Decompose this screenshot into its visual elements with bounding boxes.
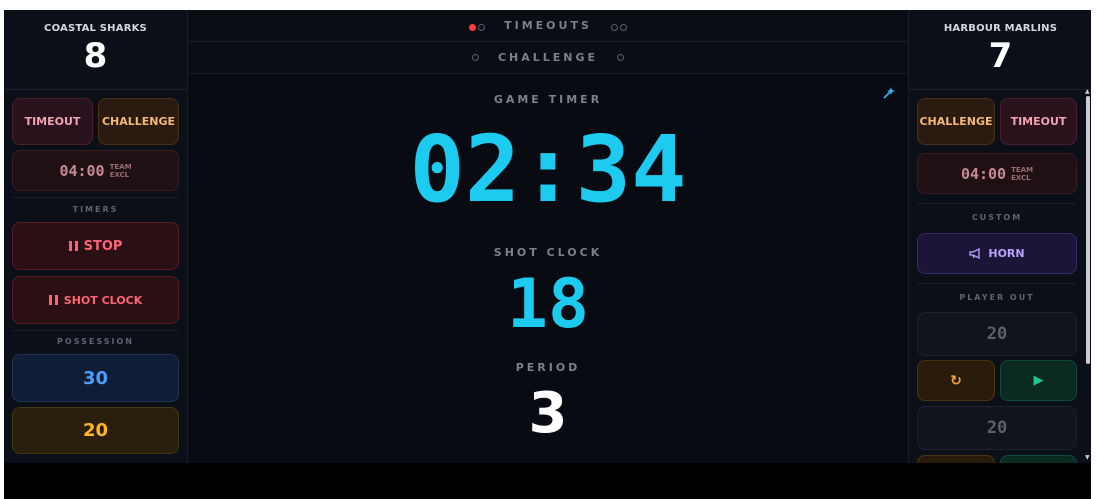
player-out-reset-button-2[interactable]: [917, 455, 995, 463]
player-out-value-1: 20: [986, 324, 1008, 344]
timeouts-label: TIMEOUTS: [504, 19, 592, 32]
away-challenge-label: CHALLENGE: [919, 115, 993, 128]
possession-section-label: POSSESSION: [57, 337, 134, 346]
scroll-down-arrow-icon[interactable]: ▼: [1085, 454, 1091, 461]
home-challenge-button[interactable]: CHALLENGE: [98, 98, 179, 145]
player-out-timer-1[interactable]: 20: [917, 312, 1077, 356]
period-value[interactable]: 3: [188, 382, 908, 446]
away-challenge-dot: [617, 54, 625, 61]
custom-section-label: CUSTOM: [971, 213, 1023, 222]
possession-30-button[interactable]: 30: [12, 354, 179, 402]
scoreboard-app: COASTAL SHARKS 8 TIMEOUT CHALLENGE 04:00…: [4, 10, 1091, 463]
challenge-row: CHALLENGE: [188, 42, 908, 74]
play-icon: ▶: [1033, 373, 1044, 388]
timeout-dot: [619, 24, 627, 31]
period-label: PERIOD: [515, 361, 581, 374]
away-excl-label-excl: EXCL: [1011, 173, 1031, 182]
timeout-used-dot: [469, 24, 477, 31]
timeout-dot: [478, 24, 486, 31]
pause-icon: [68, 241, 78, 251]
timeouts-row: TIMEOUTS: [188, 10, 908, 42]
away-team-excl-button[interactable]: 04:00 TEAM EXCL: [917, 153, 1077, 194]
player-out-section-label: PLAYER OUT: [959, 293, 1035, 302]
shot-clock-toggle-button[interactable]: SHOT CLOCK: [12, 276, 179, 324]
player-out-value-2: 20: [986, 418, 1008, 438]
home-timeout-dots: [468, 16, 486, 35]
horn-label: HORN: [988, 247, 1025, 260]
reset-icon: ↻: [950, 372, 962, 389]
shot-clock-label: SHOT CLOCK: [493, 246, 603, 259]
home-timeout-label: TIMEOUT: [24, 115, 81, 128]
divider: [917, 283, 1077, 284]
game-timer-label: GAME TIMER: [493, 93, 603, 106]
scrollbar-thumb[interactable]: [1086, 96, 1090, 364]
away-team-header: HARBOUR MARLINS 7: [909, 10, 1091, 90]
player-out-timer-2[interactable]: 20: [917, 406, 1077, 450]
megaphone-icon: [969, 248, 982, 259]
home-team-panel: COASTAL SHARKS 8 TIMEOUT CHALLENGE 04:00…: [4, 10, 188, 463]
possession-20-label: 20: [82, 420, 109, 441]
game-timer[interactable]: 02:34: [188, 120, 908, 220]
away-team-score: 7: [988, 36, 1013, 76]
player-out-reset-button[interactable]: ↻: [917, 360, 995, 401]
home-team-name: COASTAL SHARKS: [44, 23, 147, 34]
timeout-dot: [610, 24, 618, 31]
home-team-header: COASTAL SHARKS 8: [4, 10, 187, 90]
away-excl-time: 04:00: [960, 164, 1007, 183]
timers-section-label: TIMERS: [72, 205, 119, 214]
home-excl-label-team: TEAM: [109, 162, 132, 171]
challenge-label: CHALLENGE: [497, 51, 599, 64]
home-team-excl-button[interactable]: 04:00 TEAM EXCL: [12, 150, 179, 191]
player-out-play-button-2[interactable]: [1000, 455, 1077, 463]
scrollbar-track[interactable]: [1086, 96, 1090, 463]
home-timeout-button[interactable]: TIMEOUT: [12, 98, 93, 145]
home-challenge-label: CHALLENGE: [101, 115, 176, 128]
divider: [917, 203, 1077, 204]
stop-label: STOP: [83, 238, 123, 254]
stop-button[interactable]: STOP: [12, 222, 179, 270]
home-excl-time: 04:00: [59, 161, 105, 180]
shot-clock-toggle-label: SHOT CLOCK: [63, 293, 143, 307]
home-team-score: 8: [83, 36, 108, 76]
away-excl-label-team: TEAM: [1011, 165, 1034, 174]
divider: [12, 330, 179, 331]
divider: [12, 197, 179, 198]
home-excl-label-excl: EXCL: [109, 170, 130, 179]
main-display: TIMEOUTS CHALLENGE GAME TIMER 02:34 SHOT…: [188, 10, 908, 463]
scroll-up-arrow-icon[interactable]: ▲: [1085, 88, 1091, 95]
away-team-panel: HARBOUR MARLINS 7 CHALLENGE TIMEOUT 04:0…: [908, 10, 1091, 463]
away-timeout-label: TIMEOUT: [1010, 115, 1067, 128]
bottom-bar: [4, 463, 1091, 499]
possession-30-label: 30: [82, 367, 109, 389]
pause-icon: [48, 295, 58, 305]
horn-button[interactable]: HORN: [917, 233, 1077, 274]
away-team-name: HARBOUR MARLINS: [943, 23, 1058, 34]
shot-clock[interactable]: 18: [188, 268, 908, 342]
away-timeout-button[interactable]: TIMEOUT: [1000, 98, 1077, 145]
away-timeout-dots: [610, 16, 628, 35]
player-out-play-button[interactable]: ▶: [1000, 360, 1077, 401]
home-challenge-dot: [471, 54, 479, 61]
away-challenge-button[interactable]: CHALLENGE: [917, 98, 995, 145]
possession-20-button[interactable]: 20: [12, 407, 179, 454]
